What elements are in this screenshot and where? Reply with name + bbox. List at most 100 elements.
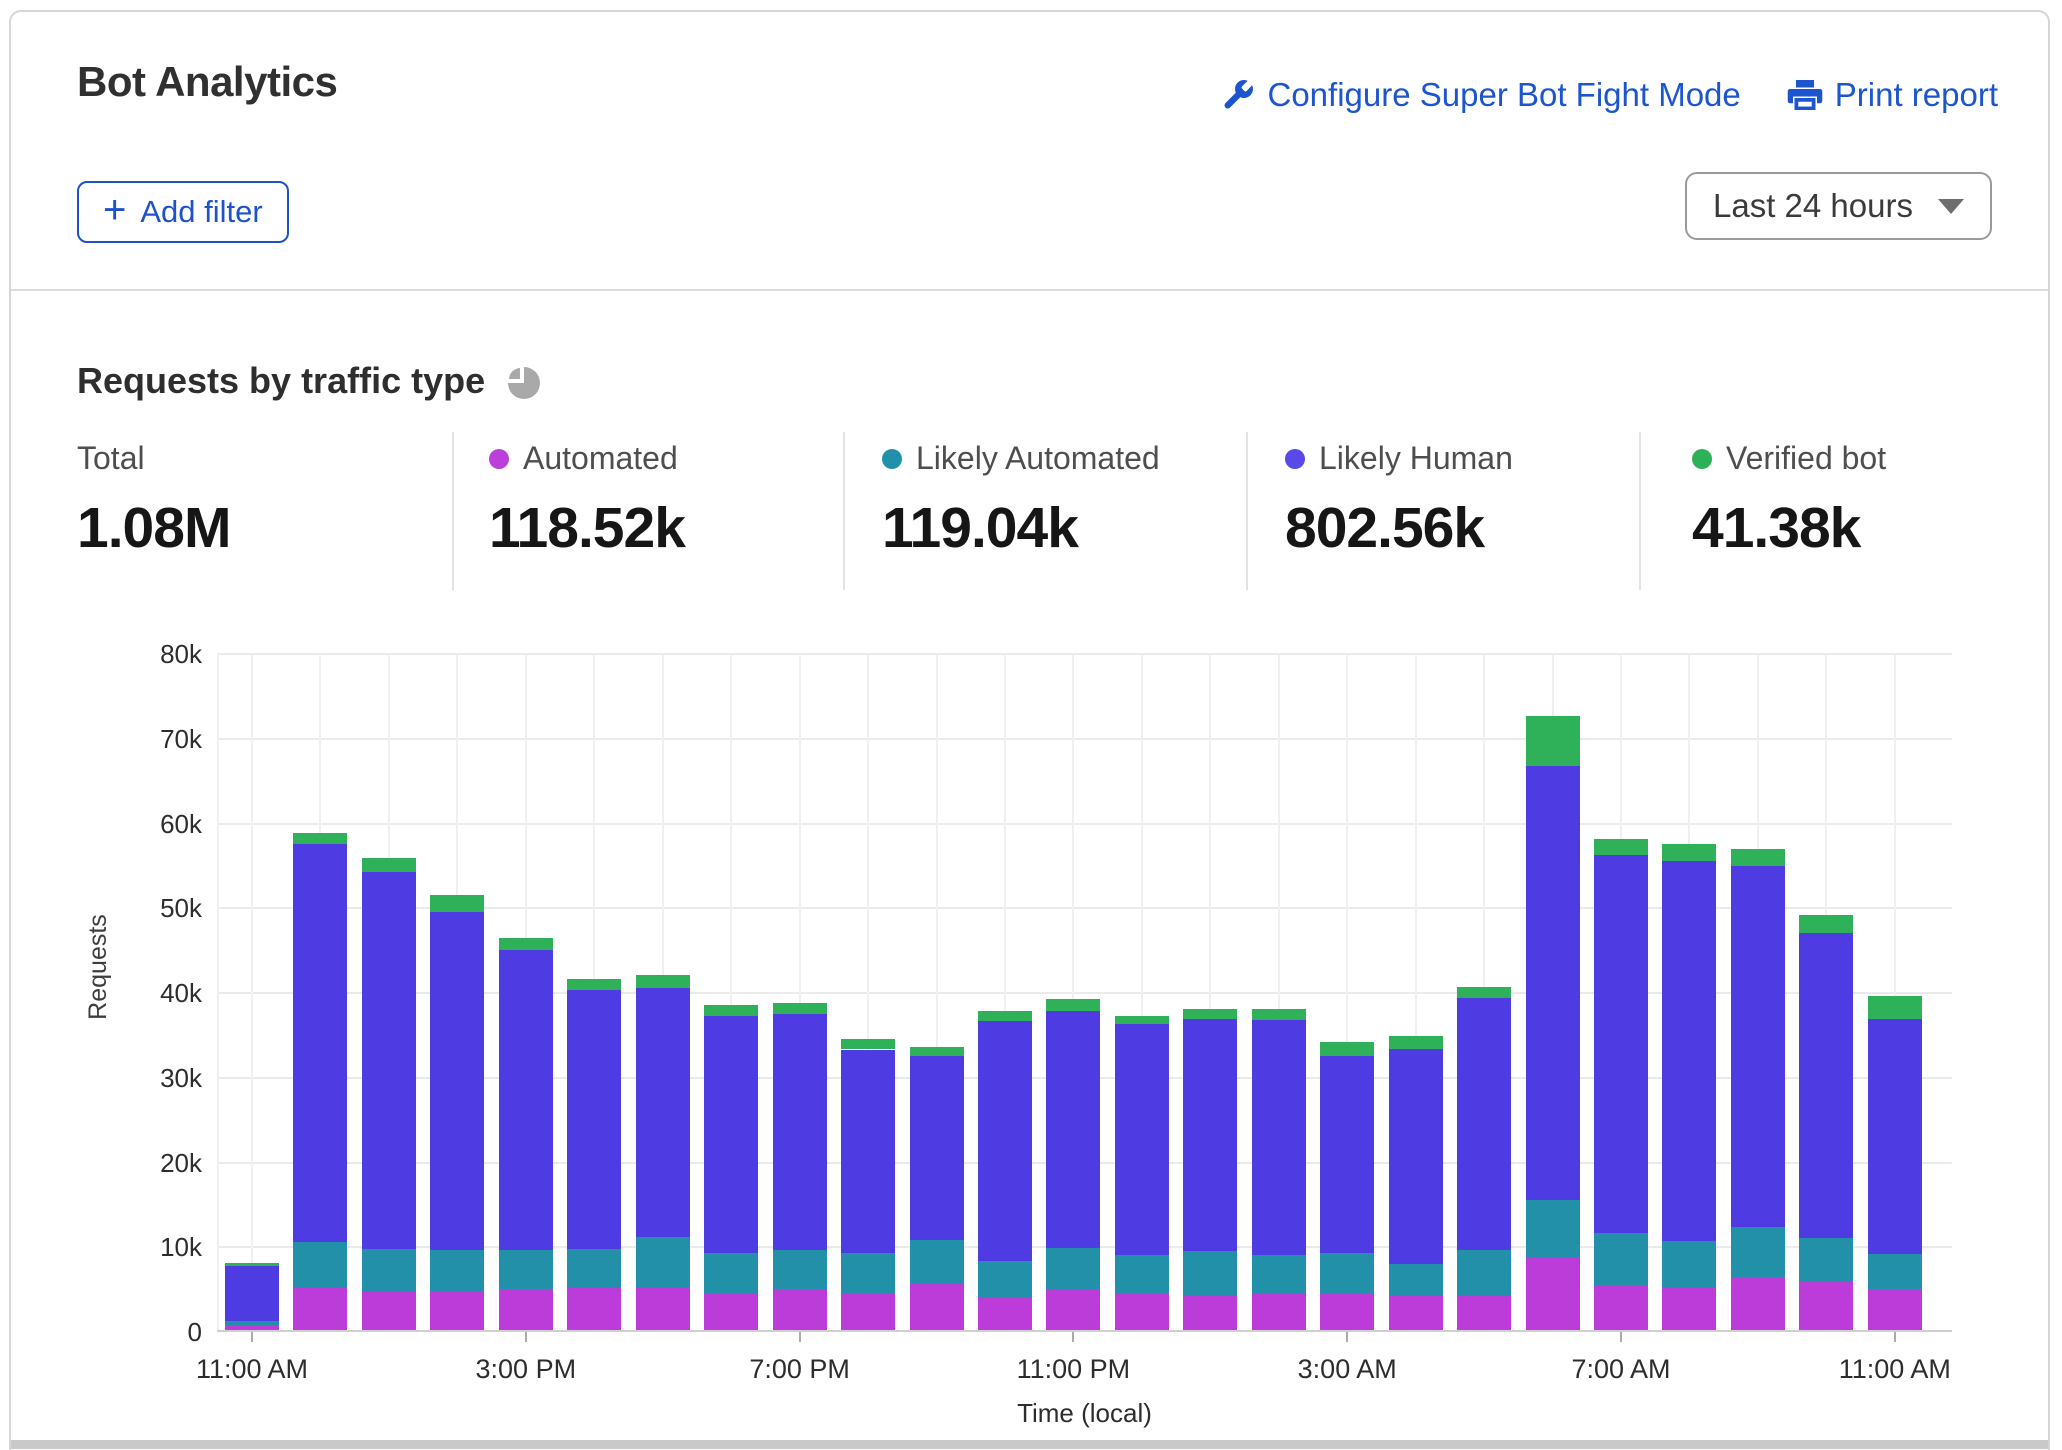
configure-super-bot-fight-mode-link[interactable]: Configure Super Bot Fight Mode bbox=[1220, 76, 1741, 114]
automated-segment[interactable] bbox=[636, 1287, 690, 1330]
likely-human-segment[interactable] bbox=[910, 1056, 964, 1240]
likely-human-segment[interactable] bbox=[841, 1050, 895, 1253]
time-range-dropdown[interactable]: Last 24 hours bbox=[1685, 172, 1992, 240]
bar-6:00 AM[interactable] bbox=[1526, 654, 1580, 1330]
likely-automated-segment[interactable] bbox=[1799, 1238, 1853, 1281]
automated-segment[interactable] bbox=[430, 1292, 484, 1330]
verified-bot-segment[interactable] bbox=[567, 979, 621, 990]
verified-bot-segment[interactable] bbox=[1457, 987, 1511, 998]
likely-automated-segment[interactable] bbox=[704, 1253, 758, 1293]
likely-automated-segment[interactable] bbox=[362, 1249, 416, 1292]
bar-2:00 AM[interactable] bbox=[1252, 654, 1306, 1330]
add-filter-button[interactable]: + Add filter bbox=[77, 181, 289, 243]
automated-segment[interactable] bbox=[1183, 1296, 1237, 1330]
likely-automated-segment[interactable] bbox=[499, 1250, 553, 1290]
bar-1:00 AM[interactable] bbox=[1183, 654, 1237, 1330]
bar-6:00 PM[interactable] bbox=[704, 654, 758, 1330]
automated-segment[interactable] bbox=[1389, 1296, 1443, 1330]
verified-bot-segment[interactable] bbox=[978, 1011, 1032, 1021]
likely-human-segment[interactable] bbox=[1183, 1019, 1237, 1251]
likely-human-segment[interactable] bbox=[1115, 1024, 1169, 1255]
automated-segment[interactable] bbox=[1046, 1290, 1100, 1330]
bar-2:00 PM[interactable] bbox=[430, 654, 484, 1330]
bar-11:00 AM[interactable] bbox=[225, 654, 279, 1330]
likely-human-segment[interactable] bbox=[1046, 1011, 1100, 1248]
likely-automated-segment[interactable] bbox=[636, 1237, 690, 1287]
verified-bot-segment[interactable] bbox=[841, 1039, 895, 1049]
likely-automated-segment[interactable] bbox=[225, 1321, 279, 1325]
verified-bot-segment[interactable] bbox=[1594, 839, 1648, 855]
likely-human-segment[interactable] bbox=[1320, 1056, 1374, 1253]
automated-segment[interactable] bbox=[773, 1289, 827, 1330]
likely-human-segment[interactable] bbox=[978, 1021, 1032, 1262]
likely-human-segment[interactable] bbox=[293, 844, 347, 1241]
likely-automated-segment[interactable] bbox=[1868, 1254, 1922, 1290]
verified-bot-segment[interactable] bbox=[910, 1047, 964, 1056]
likely-automated-segment[interactable] bbox=[1457, 1250, 1511, 1296]
likely-human-segment[interactable] bbox=[1868, 1019, 1922, 1254]
likely-automated-segment[interactable] bbox=[1594, 1233, 1648, 1285]
bar-3:00 AM[interactable] bbox=[1320, 654, 1374, 1330]
print-report-link[interactable]: Print report bbox=[1787, 76, 1998, 114]
bar-7:00 AM[interactable] bbox=[1594, 654, 1648, 1330]
automated-segment[interactable] bbox=[225, 1325, 279, 1330]
automated-segment[interactable] bbox=[841, 1293, 895, 1330]
likely-human-segment[interactable] bbox=[1389, 1049, 1443, 1264]
bar-9:00 AM[interactable] bbox=[1731, 654, 1785, 1330]
bar-9:00 PM[interactable] bbox=[910, 654, 964, 1330]
likely-automated-segment[interactable] bbox=[1731, 1227, 1785, 1277]
bar-5:00 AM[interactable] bbox=[1457, 654, 1511, 1330]
bottom-scroll-bar[interactable] bbox=[11, 1440, 2048, 1449]
likely-human-segment[interactable] bbox=[1594, 855, 1648, 1233]
likely-human-segment[interactable] bbox=[704, 1016, 758, 1252]
likely-automated-segment[interactable] bbox=[1046, 1248, 1100, 1290]
verified-bot-segment[interactable] bbox=[1731, 849, 1785, 866]
verified-bot-segment[interactable] bbox=[773, 1003, 827, 1014]
automated-segment[interactable] bbox=[978, 1298, 1032, 1330]
verified-bot-segment[interactable] bbox=[1252, 1009, 1306, 1020]
likely-human-segment[interactable] bbox=[1731, 866, 1785, 1226]
likely-automated-segment[interactable] bbox=[567, 1249, 621, 1289]
automated-segment[interactable] bbox=[1526, 1258, 1580, 1330]
automated-segment[interactable] bbox=[567, 1288, 621, 1330]
verified-bot-segment[interactable] bbox=[1389, 1036, 1443, 1049]
bar-10:00 AM[interactable] bbox=[1799, 654, 1853, 1330]
likely-human-segment[interactable] bbox=[362, 872, 416, 1248]
bar-5:00 PM[interactable] bbox=[636, 654, 690, 1330]
verified-bot-segment[interactable] bbox=[430, 895, 484, 912]
automated-segment[interactable] bbox=[1731, 1277, 1785, 1330]
verified-bot-segment[interactable] bbox=[293, 833, 347, 845]
likely-human-segment[interactable] bbox=[1799, 933, 1853, 1238]
likely-automated-segment[interactable] bbox=[293, 1242, 347, 1288]
bar-4:00 PM[interactable] bbox=[567, 654, 621, 1330]
likely-automated-segment[interactable] bbox=[1252, 1255, 1306, 1293]
verified-bot-segment[interactable] bbox=[1868, 996, 1922, 1019]
likely-automated-segment[interactable] bbox=[773, 1250, 827, 1289]
verified-bot-segment[interactable] bbox=[1320, 1042, 1374, 1056]
bar-8:00 PM[interactable] bbox=[841, 654, 895, 1330]
likely-human-segment[interactable] bbox=[1252, 1020, 1306, 1256]
likely-automated-segment[interactable] bbox=[1320, 1253, 1374, 1295]
automated-segment[interactable] bbox=[362, 1292, 416, 1330]
automated-segment[interactable] bbox=[1799, 1282, 1853, 1330]
likely-automated-segment[interactable] bbox=[1389, 1264, 1443, 1296]
likely-automated-segment[interactable] bbox=[841, 1253, 895, 1293]
likely-automated-segment[interactable] bbox=[430, 1250, 484, 1292]
bar-11:00 AM[interactable] bbox=[1868, 654, 1922, 1330]
likely-human-segment[interactable] bbox=[1526, 766, 1580, 1200]
automated-segment[interactable] bbox=[1662, 1287, 1716, 1330]
bar-8:00 AM[interactable] bbox=[1662, 654, 1716, 1330]
likely-automated-segment[interactable] bbox=[978, 1261, 1032, 1297]
automated-segment[interactable] bbox=[910, 1283, 964, 1330]
likely-automated-segment[interactable] bbox=[1662, 1241, 1716, 1287]
bar-12:00 PM[interactable] bbox=[293, 654, 347, 1330]
likely-human-segment[interactable] bbox=[430, 912, 484, 1249]
likely-human-segment[interactable] bbox=[225, 1266, 279, 1321]
bar-4:00 AM[interactable] bbox=[1389, 654, 1443, 1330]
bar-7:00 PM[interactable] bbox=[773, 654, 827, 1330]
verified-bot-segment[interactable] bbox=[636, 975, 690, 988]
automated-segment[interactable] bbox=[293, 1288, 347, 1330]
automated-segment[interactable] bbox=[1320, 1294, 1374, 1330]
likely-automated-segment[interactable] bbox=[910, 1240, 964, 1283]
likely-automated-segment[interactable] bbox=[1526, 1200, 1580, 1258]
